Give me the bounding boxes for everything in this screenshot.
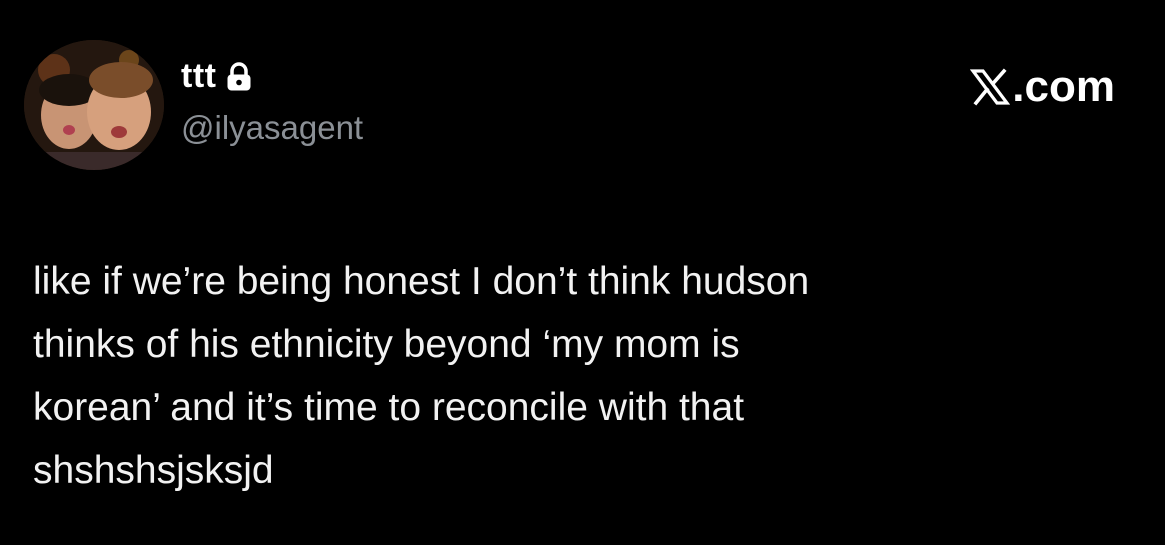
avatar[interactable] bbox=[24, 40, 164, 170]
brand-suffix: .com bbox=[1012, 62, 1115, 111]
user-handle[interactable]: @ilyasagent bbox=[181, 108, 363, 148]
tweet-card: ttt @ilyasagent .com like if we’re being… bbox=[0, 0, 1165, 545]
brand-watermark: .com bbox=[970, 62, 1115, 112]
author-row: ttt bbox=[181, 56, 252, 96]
display-name[interactable]: ttt bbox=[181, 56, 216, 96]
tweet-text: like if we’re being honest I don’t think… bbox=[33, 250, 1133, 502]
tweet-line: korean’ and it’s time to reconcile with … bbox=[33, 386, 745, 429]
tweet-line: shshshsjsksjd bbox=[33, 449, 274, 492]
x-logo-icon bbox=[970, 67, 1011, 107]
lock-icon bbox=[226, 62, 252, 92]
tweet-line: thinks of his ethnicity beyond ‘my mom i… bbox=[33, 323, 740, 366]
tweet-line: like if we’re being honest I don’t think… bbox=[33, 260, 810, 303]
avatar-photo bbox=[24, 40, 164, 170]
